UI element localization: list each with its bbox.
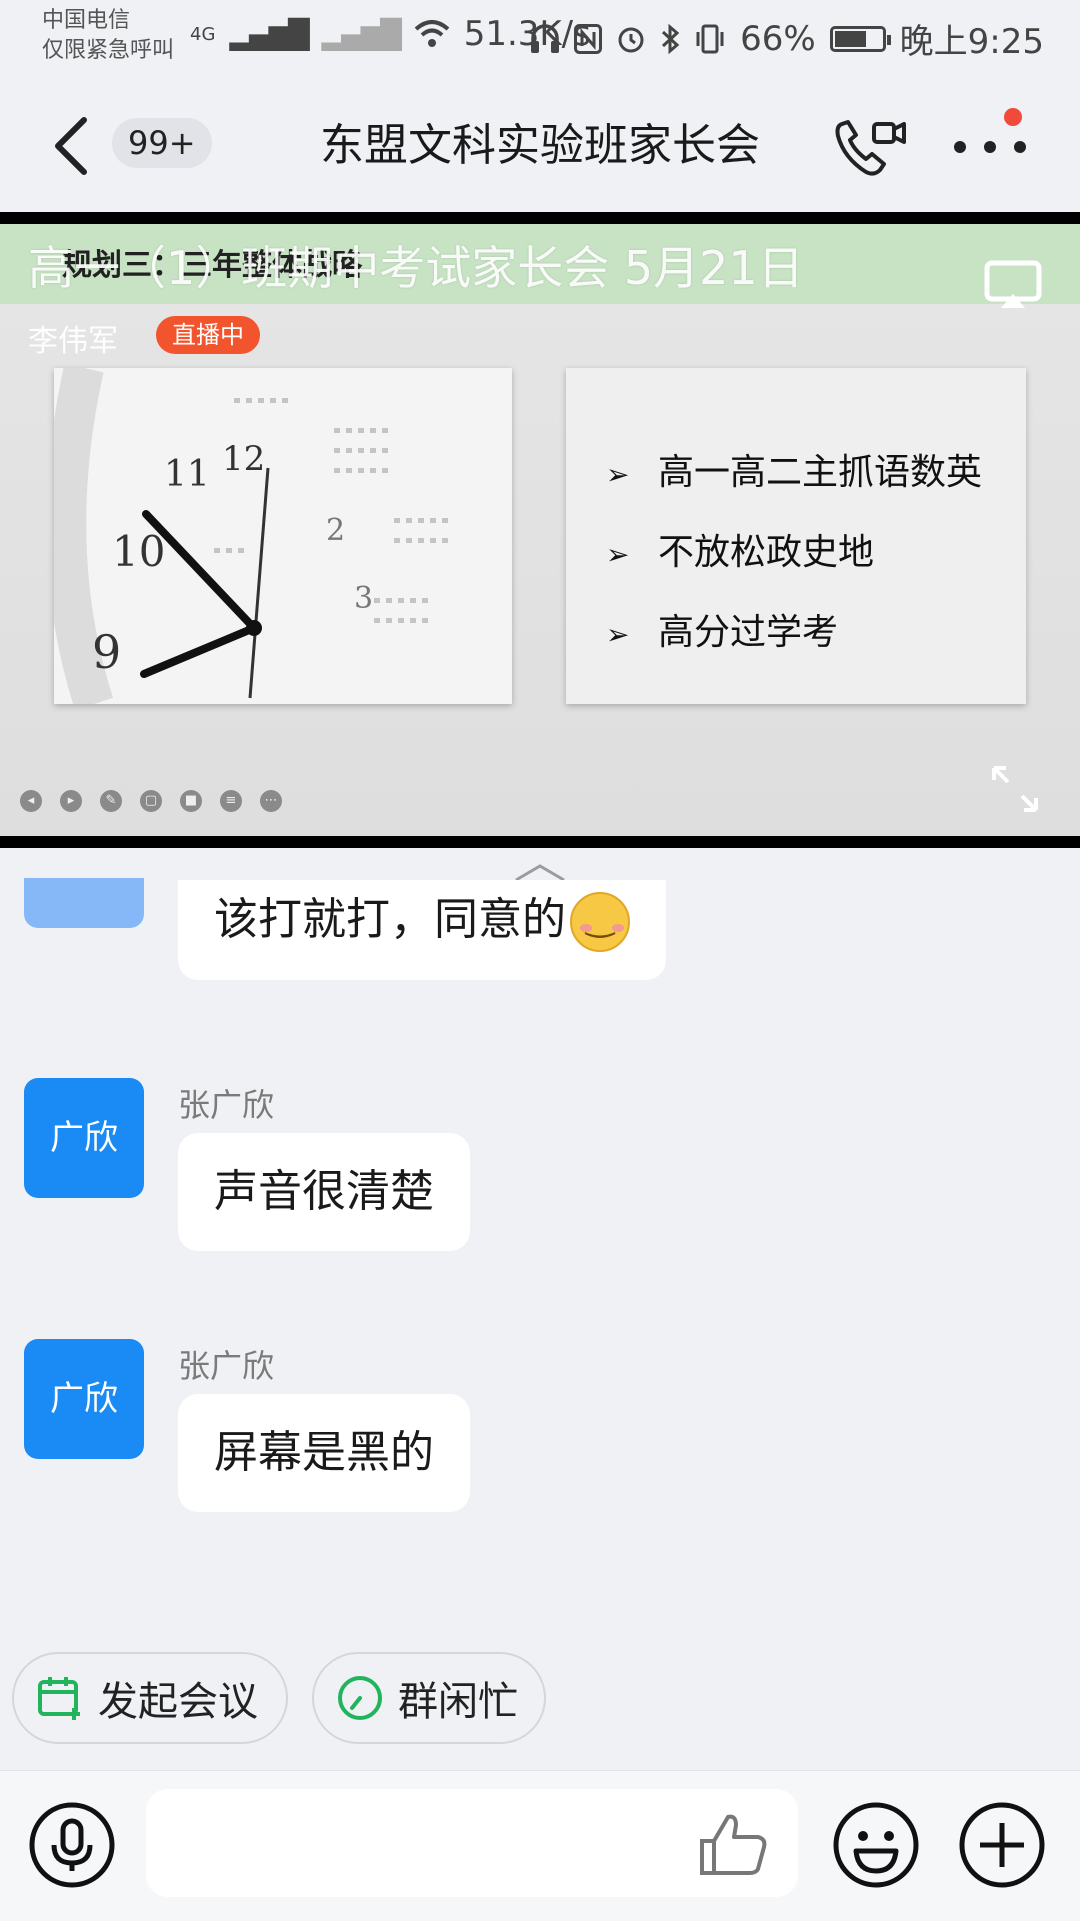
smiling-face-emoji [570,892,630,952]
nfc-icon [574,23,603,54]
voice-input-icon[interactable] [28,1801,116,1889]
sender-name: 张广欣 [178,1086,275,1124]
sender-name: 张广欣 [178,1347,275,1385]
unread-count-badge[interactable]: 99+ [112,118,212,168]
svg-text:2: 2 [326,513,345,548]
group-availability-label: 群闲忙 [398,1679,518,1725]
svg-text:9: 9 [92,625,121,679]
video-call-icon[interactable] [832,116,908,180]
back-arrow-icon[interactable] [48,114,98,178]
clock-calendar-image: 11 12 10 9 2 3 [46,363,512,711]
avatar[interactable]: 广欣 [24,1339,144,1459]
fullscreen-icon[interactable] [990,764,1040,814]
carrier-name: 中国电信 [42,8,131,33]
start-meeting-label: 发起会议 [98,1679,258,1725]
more-controls-icon[interactable]: ⋯ [260,790,282,812]
signal-icon-2: ▂▄▆█ [321,17,402,51]
slide-controls: ◂ ▸ ✎ ▢ ■ ≡ ⋯ [20,790,282,812]
live-video-player[interactable]: 规划三：三年整体战略 高一（1）班期中考试家长会 5月21日 李伟军 直播中 1… [0,212,1080,848]
network-type: 4G [190,23,216,45]
bluetooth-icon [662,23,680,54]
wifi-icon [414,20,450,47]
svg-text:12: 12 [222,439,265,479]
add-attachment-icon[interactable] [958,1801,1046,1889]
fit-screen-icon[interactable]: ▢ [140,790,162,812]
emergency-only-text: 仅限紧急呼叫 [42,38,175,63]
battery-percent: 66% [740,18,816,59]
notification-dot [1004,108,1022,126]
clock-illustration: 11 12 10 9 2 3 [46,363,512,711]
thumbs-up-icon[interactable] [698,1811,770,1877]
arrow-bullet-icon: ➢ [606,458,630,491]
emoji-picker-icon[interactable] [832,1801,920,1889]
avatar[interactable] [24,878,144,928]
svg-text:11: 11 [164,454,210,495]
live-status-badge: 直播中 [156,316,260,354]
message-list: 该打就打，同意的 广欣 张广欣 声音很清楚 广欣 张广欣 屏幕是黑的 [0,878,1080,1650]
svg-text:10: 10 [112,527,165,576]
more-options-icon[interactable] [950,132,1030,162]
clock-time: 晚上9:25 [899,22,1044,62]
group-availability-button[interactable]: 群闲忙 [312,1652,546,1744]
headset-icon [531,23,560,53]
arrow-bullet-icon: ➢ [606,618,630,651]
svg-text:3: 3 [354,581,373,616]
vibrate-icon [696,24,724,53]
presentation-slide: 规划三：三年整体战略 高一（1）班期中考试家长会 5月21日 李伟军 直播中 1… [0,224,1080,836]
message-bubble[interactable]: 声音很清楚 [178,1133,470,1251]
signal-icon: ▂▄▆█ [229,17,309,51]
live-title: 高一（1）班期中考试家长会 5月21日 [28,241,804,295]
battery-icon [829,25,891,52]
camera-icon[interactable]: ■ [180,790,202,812]
next-slide-icon[interactable]: ▸ [60,790,82,812]
pen-icon[interactable]: ✎ [100,790,122,812]
screen-cast-icon[interactable] [984,260,1042,310]
subtitle-icon[interactable]: ≡ [220,790,242,812]
chat-header: 99+ 东盟文科实验班家长会 [0,80,1080,212]
status-bar: 中国电信 仅限紧急呼叫 4G ▂▄▆█ ▂▄▆█ 51.3K/s 66% 晚上9… [0,0,1080,80]
message-input-bar [0,1770,1080,1921]
slide-bullet-item: ➢ 不放松政史地 [606,514,982,594]
clock-icon [338,1676,382,1720]
arrow-bullet-icon: ➢ [606,538,630,571]
avatar[interactable]: 广欣 [24,1078,144,1198]
slide-bullet-item: ➢ 高分过学考 [606,594,982,674]
slide-bullet-list: ➢ 高一高二主抓语数英 ➢ 不放松政史地 ➢ 高分过学考 [606,434,982,674]
chat-title: 东盟文科实验班家长会 [320,120,760,171]
previous-slide-icon[interactable]: ◂ [20,790,42,812]
message-bubble[interactable]: 该打就打，同意的 [178,880,666,980]
message-bubble[interactable]: 屏幕是黑的 [178,1394,470,1512]
alarm-icon [618,27,644,52]
start-meeting-button[interactable]: 发起会议 [12,1652,288,1744]
calendar-add-icon [38,1677,80,1720]
slide-bullet-panel: ➢ 高一高二主抓语数英 ➢ 不放松政史地 ➢ 高分过学考 [566,368,1026,704]
host-name: 李伟军 [28,324,118,359]
carrier-info: 中国电信 仅限紧急呼叫 [42,6,174,66]
slide-bullet-item: ➢ 高一高二主抓语数英 [606,434,982,514]
